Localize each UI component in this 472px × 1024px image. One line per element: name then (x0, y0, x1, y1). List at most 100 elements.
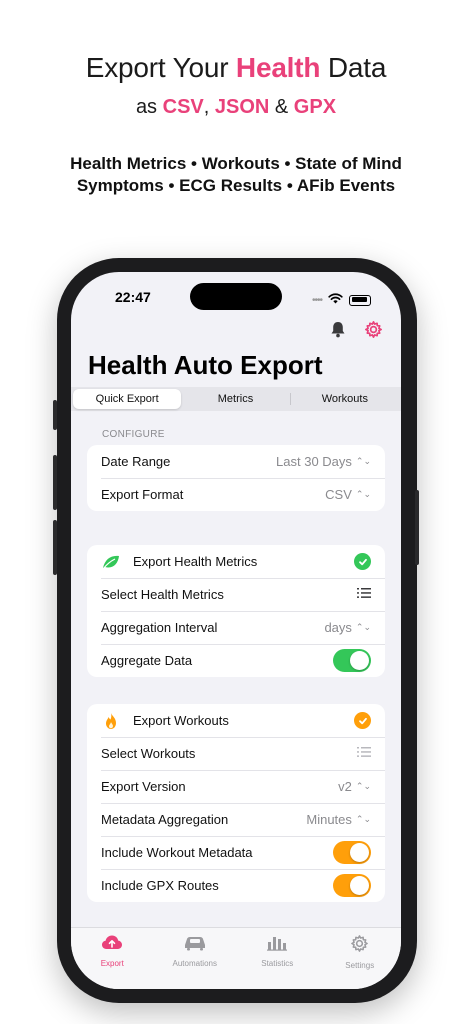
checkmark-icon[interactable] (354, 553, 371, 570)
select-health-metrics-row[interactable]: Select Health Metrics (87, 578, 385, 611)
chevron-up-down-icon: ⌃⌄ (355, 489, 371, 499)
metadata-aggregation-value: Minutes (306, 812, 352, 827)
top-toolbar (330, 320, 383, 344)
chevron-up-down-icon: ⌃⌄ (355, 814, 371, 824)
headline-text: Export Your (85, 52, 236, 83)
format-json: JSON (214, 96, 270, 118)
headline-text-end: Data (320, 52, 387, 83)
aggregation-interval-value: days (324, 620, 352, 635)
tab-settings-label: Settings (345, 961, 375, 970)
export-format-picker[interactable]: CSV ⌃⌄ (325, 487, 371, 502)
tab-workouts[interactable]: Workouts (291, 389, 399, 409)
date-range-label: Date Range (101, 454, 171, 469)
status-time: 22:47 (115, 289, 151, 305)
export-format-row[interactable]: Export Format CSV ⌃⌄ (87, 478, 385, 511)
tab-quick-export[interactable]: Quick Export (73, 389, 182, 409)
bell-icon[interactable] (330, 321, 346, 343)
include-workout-metadata-label: Include Workout Metadata (101, 845, 253, 860)
include-gpx-routes-toggle[interactable] (333, 874, 371, 897)
bottom-tab-bar: Export Automations Statistics Settings (71, 927, 401, 989)
marketing-subline: as CSV, JSON & GPX (0, 96, 472, 119)
bar-chart-icon (266, 934, 288, 956)
export-workouts-label: Export Workouts (133, 713, 229, 728)
dynamic-island (190, 283, 282, 310)
select-workouts-label: Select Workouts (101, 746, 196, 761)
settings-gear-icon (350, 934, 369, 958)
format-csv: CSV (162, 96, 204, 118)
tab-statistics[interactable]: Statistics (236, 928, 319, 989)
export-version-row[interactable]: Export Version v2 ⌃⌄ (87, 770, 385, 803)
tab-automations[interactable]: Automations (154, 928, 237, 989)
aggregation-interval-label: Aggregation Interval (101, 620, 218, 635)
checkmark-icon[interactable] (354, 712, 371, 729)
wifi-icon (328, 291, 343, 309)
signal-icon: •••• (311, 294, 323, 306)
export-format-label: Export Format (101, 487, 184, 502)
metadata-aggregation-row[interactable]: Metadata Aggregation Minutes ⌃⌄ (87, 803, 385, 836)
subline-amp: & (269, 96, 294, 118)
car-icon (182, 934, 208, 956)
segmented-control: Quick Export Metrics Workouts (71, 387, 401, 411)
format-gpx: GPX (293, 96, 337, 118)
tab-metrics[interactable]: Metrics (181, 389, 289, 409)
headline-highlight: Health (235, 52, 321, 83)
export-version-picker[interactable]: v2 ⌃⌄ (338, 779, 371, 794)
date-range-value: Last 30 Days (276, 454, 352, 469)
chevron-up-down-icon: ⌃⌄ (355, 622, 371, 632)
phone-volume-up (53, 455, 57, 510)
subline-prefix: as (135, 96, 163, 118)
date-range-picker[interactable]: Last 30 Days ⌃⌄ (276, 454, 371, 469)
section-label-configure: CONFIGURE (102, 429, 165, 440)
tab-export-label: Export (100, 959, 124, 968)
aggregate-data-toggle[interactable] (333, 649, 371, 672)
cloud-upload-icon (101, 934, 123, 956)
tab-export[interactable]: Export (71, 928, 154, 989)
aggregate-data-row: Aggregate Data (87, 644, 385, 677)
chevron-up-down-icon: ⌃⌄ (355, 781, 371, 791)
list-icon (357, 587, 371, 602)
gear-icon[interactable] (364, 320, 383, 344)
export-health-metrics-label: Export Health Metrics (133, 554, 258, 569)
status-indicators: •••• (312, 291, 371, 309)
features-line-2: Symptoms • ECG Results • AFib Events (76, 176, 396, 195)
tab-settings[interactable]: Settings (319, 928, 402, 989)
phone-power-button (415, 490, 419, 565)
toggle-knob (350, 876, 369, 895)
chevron-up-down-icon: ⌃⌄ (355, 456, 371, 466)
subline-comma: , (203, 96, 210, 118)
include-gpx-routes-row: Include GPX Routes (87, 869, 385, 902)
configure-card: Date Range Last 30 Days ⌃⌄ Export Format … (87, 445, 385, 511)
include-gpx-routes-label: Include GPX Routes (101, 878, 219, 893)
toggle-knob (350, 651, 369, 670)
select-health-metrics-label: Select Health Metrics (101, 587, 224, 602)
page-title: Health Auto Export (88, 350, 323, 380)
leaf-icon (101, 554, 121, 570)
aggregation-interval-picker[interactable]: days ⌃⌄ (324, 620, 371, 635)
battery-icon (349, 294, 371, 306)
export-version-label: Export Version (101, 779, 186, 794)
export-health-metrics-row[interactable]: Export Health Metrics (87, 545, 385, 578)
phone-side-button (53, 400, 57, 430)
metadata-aggregation-picker[interactable]: Minutes ⌃⌄ (306, 812, 371, 827)
include-workout-metadata-toggle[interactable] (333, 841, 371, 864)
marketing-headline: Export Your Health Data (0, 52, 472, 84)
export-workouts-row[interactable]: Export Workouts (87, 704, 385, 737)
select-workouts-row[interactable]: Select Workouts (87, 737, 385, 770)
flame-icon (101, 712, 121, 730)
aggregation-interval-row[interactable]: Aggregation Interval days ⌃⌄ (87, 611, 385, 644)
tab-statistics-label: Statistics (261, 959, 294, 968)
tab-automations-label: Automations (172, 959, 217, 968)
date-range-row[interactable]: Date Range Last 30 Days ⌃⌄ (87, 445, 385, 478)
health-metrics-card: Export Health Metrics Select Health Metr… (87, 545, 385, 677)
workouts-card: Export Workouts Select Workouts Export V… (87, 704, 385, 902)
include-workout-metadata-row: Include Workout Metadata (87, 836, 385, 869)
phone-volume-down (53, 520, 57, 575)
export-version-value: v2 (338, 779, 352, 794)
metadata-aggregation-label: Metadata Aggregation (101, 812, 229, 827)
export-format-value: CSV (325, 487, 352, 502)
list-icon (357, 746, 371, 761)
aggregate-data-label: Aggregate Data (101, 653, 193, 668)
phone-screen: 22:47 •••• Health Auto Export Quick Expo… (71, 272, 401, 989)
toggle-knob (350, 843, 369, 862)
features-line-1: Health Metrics • Workouts • State of Min… (70, 154, 402, 173)
